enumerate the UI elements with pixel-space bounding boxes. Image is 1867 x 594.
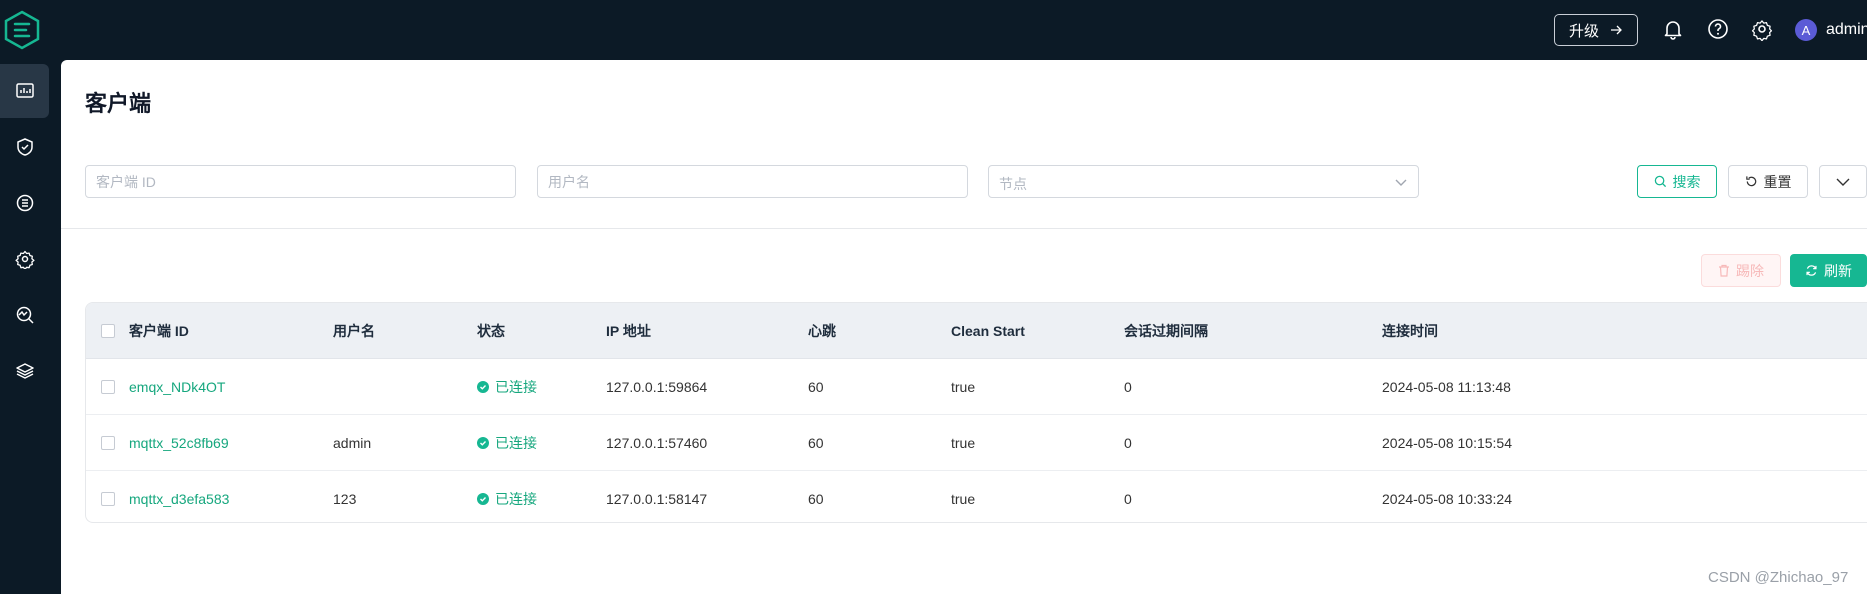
search-icon xyxy=(1654,175,1666,188)
check-circle-icon xyxy=(477,381,489,393)
status-badge: 已连接 xyxy=(477,471,537,522)
page-title: 客户端 xyxy=(85,91,152,116)
select-all-checkbox[interactable] xyxy=(101,324,115,338)
sidebar-item-extensions[interactable] xyxy=(0,344,49,398)
emqx-logo-icon[interactable] xyxy=(2,10,42,50)
keepalive-cell: 60 xyxy=(808,435,824,451)
client-id-link[interactable]: mqttx_52c8fb69 xyxy=(129,415,229,471)
keepalive-cell: 60 xyxy=(808,491,824,507)
chevron-down-icon xyxy=(1395,179,1407,186)
row-checkbox[interactable] xyxy=(101,492,115,506)
search-button[interactable]: 搜索 xyxy=(1637,165,1717,198)
status-text: 已连接 xyxy=(495,379,537,395)
row-checkbox[interactable] xyxy=(101,380,115,394)
settings-gear-icon xyxy=(14,250,35,269)
upgrade-label: 升级 xyxy=(1568,22,1599,40)
shield-icon xyxy=(16,138,33,156)
refresh-label: 刷新 xyxy=(1824,262,1852,279)
clean-start-cell: true xyxy=(951,491,976,507)
client-id-link[interactable]: mqttx_d3efa583 xyxy=(129,471,229,522)
column-header[interactable]: 心跳 xyxy=(808,303,836,359)
table-header: 客户端 ID 用户名 状态 IP 地址 心跳 Clean Start 会话过期间… xyxy=(86,303,1867,359)
gear-icon[interactable] xyxy=(1750,17,1774,41)
sidebar xyxy=(0,60,61,594)
connected-at-cell: 2024-05-08 10:33:24 xyxy=(1382,491,1512,507)
column-header[interactable]: Clean Start xyxy=(951,303,1025,359)
integration-icon xyxy=(16,194,33,212)
status-text: 已连接 xyxy=(495,491,537,507)
username-input[interactable] xyxy=(537,165,968,198)
expiry-cell: 0 xyxy=(1124,379,1132,395)
reset-label: 重置 xyxy=(1763,173,1792,190)
divider xyxy=(61,228,1867,229)
check-circle-icon xyxy=(477,493,489,505)
layers-icon xyxy=(15,363,34,379)
search-label: 搜索 xyxy=(1672,173,1701,190)
node-select-placeholder: 节点 xyxy=(999,176,1027,192)
kick-out-button[interactable]: 踢除 xyxy=(1701,254,1781,287)
table-row: emqx_NDk4OT 已连接 127.0.0.1:59864 60 true … xyxy=(86,359,1867,415)
monitor-icon xyxy=(16,306,34,324)
expand-filters-button[interactable] xyxy=(1819,165,1867,198)
ip-cell: 127.0.0.1:57460 xyxy=(606,435,708,451)
node-select[interactable]: 节点 xyxy=(988,165,1419,198)
username-cell: 123 xyxy=(333,491,357,507)
clients-table: 客户端 ID 用户名 状态 IP 地址 心跳 Clean Start 会话过期间… xyxy=(85,302,1867,523)
client-id-input[interactable] xyxy=(85,165,516,198)
column-header[interactable]: IP 地址 xyxy=(606,303,651,359)
refresh-button[interactable]: 刷新 xyxy=(1790,254,1867,287)
bell-icon[interactable] xyxy=(1661,17,1685,41)
watermark: CSDN @Zhichao_97 xyxy=(1708,569,1849,586)
column-header[interactable]: 会话过期间隔 xyxy=(1124,303,1208,359)
ip-cell: 127.0.0.1:58147 xyxy=(606,491,708,507)
upgrade-button[interactable]: 升级 xyxy=(1554,14,1638,46)
ip-cell: 127.0.0.1:59864 xyxy=(606,379,708,395)
sidebar-item-security[interactable] xyxy=(0,120,49,174)
status-text: 已连接 xyxy=(495,435,537,451)
reset-icon xyxy=(1745,176,1756,187)
column-header[interactable]: 用户名 xyxy=(333,303,375,359)
column-header[interactable]: 客户端 ID xyxy=(129,303,189,359)
keepalive-cell: 60 xyxy=(808,379,824,395)
column-header[interactable]: 状态 xyxy=(477,303,505,359)
arrow-right-icon xyxy=(1611,25,1622,35)
sidebar-item-management[interactable] xyxy=(0,232,49,286)
avatar-letter: A xyxy=(1801,22,1811,38)
expiry-cell: 0 xyxy=(1124,435,1132,451)
client-id-link[interactable]: emqx_NDk4OT xyxy=(129,359,225,415)
reset-button[interactable]: 重置 xyxy=(1728,165,1808,198)
clean-start-cell: true xyxy=(951,435,976,451)
main-content: 客户端 节点 搜索 重置 踢除 刷新 客户端 ID 用户名 状态 IP 地址 心… xyxy=(61,60,1867,594)
refresh-icon xyxy=(1806,265,1817,276)
clean-start-cell: true xyxy=(951,379,976,395)
status-badge: 已连接 xyxy=(477,415,537,471)
row-checkbox[interactable] xyxy=(101,436,115,450)
table-row: mqttx_52c8fb69 admin 已连接 127.0.0.1:57460… xyxy=(86,415,1867,471)
sidebar-item-dashboard[interactable] xyxy=(0,64,49,118)
avatar[interactable]: A xyxy=(1795,19,1817,41)
connected-at-cell: 2024-05-08 10:15:54 xyxy=(1382,435,1512,451)
username[interactable]: admin xyxy=(1826,21,1867,39)
trash-icon xyxy=(1719,264,1729,277)
table-row: mqttx_d3efa583 123 已连接 127.0.0.1:58147 6… xyxy=(86,471,1867,522)
help-icon[interactable] xyxy=(1706,17,1730,41)
chevron-down-icon xyxy=(1836,178,1850,186)
column-header[interactable]: 连接时间 xyxy=(1382,303,1438,359)
dashboard-icon xyxy=(15,83,34,98)
connected-at-cell: 2024-05-08 11:13:48 xyxy=(1382,379,1511,395)
expiry-cell: 0 xyxy=(1124,491,1132,507)
sidebar-item-diagnose[interactable] xyxy=(0,288,49,342)
sidebar-item-integration[interactable] xyxy=(0,176,49,230)
username-cell: admin xyxy=(333,435,372,451)
top-bar: 升级 A admin xyxy=(0,0,1867,60)
status-badge: 已连接 xyxy=(477,359,537,415)
kick-out-label: 踢除 xyxy=(1736,262,1764,279)
check-circle-icon xyxy=(477,437,489,449)
